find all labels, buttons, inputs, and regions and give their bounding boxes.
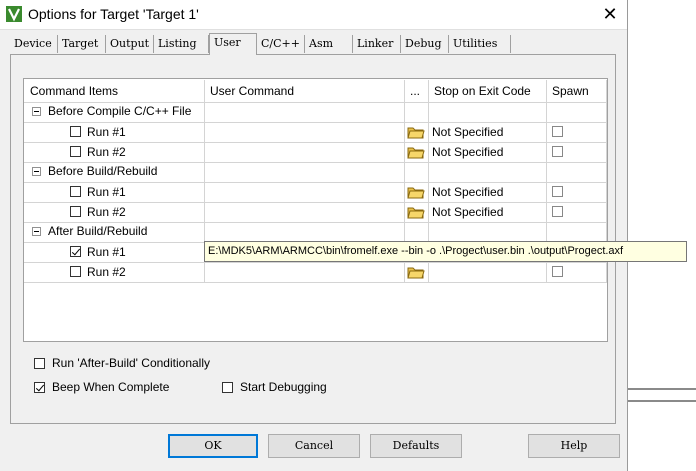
run-checkbox[interactable] xyxy=(70,246,81,257)
tab-debug[interactable]: Debug xyxy=(401,35,449,53)
spawn-checkbox[interactable] xyxy=(552,126,563,137)
header-command-items: Command Items xyxy=(30,84,119,98)
stop-on-exit-value[interactable]: Not Specified xyxy=(432,205,503,219)
tab-asm[interactable]: Asm xyxy=(305,35,353,53)
folder-open-icon[interactable] xyxy=(407,204,425,220)
run-checkbox[interactable] xyxy=(70,186,81,197)
folder-open-icon[interactable] xyxy=(407,264,425,280)
run-label: Run #1 xyxy=(87,245,126,259)
run-label: Run #2 xyxy=(87,265,126,279)
stop-on-exit-value[interactable]: Not Specified xyxy=(432,145,503,159)
keil-icon xyxy=(6,6,22,22)
start-debugging-label: Start Debugging xyxy=(240,380,327,394)
collapse-icon[interactable] xyxy=(32,167,41,176)
group-label: Before Compile C/C++ File xyxy=(48,104,192,118)
group-before-build[interactable]: Before Build/Rebuild xyxy=(24,162,607,182)
ok-button[interactable]: OK xyxy=(168,434,258,458)
spawn-checkbox[interactable] xyxy=(552,206,563,217)
background-desktop xyxy=(628,0,696,471)
folder-open-icon[interactable] xyxy=(407,124,425,140)
options-dialog: Options for Target 'Target 1' ✕ Device T… xyxy=(0,0,687,471)
command-row[interactable]: Run #1 Not Specified xyxy=(24,122,607,142)
tab-device[interactable]: Device xyxy=(10,35,58,53)
grid-line xyxy=(24,282,607,283)
defaults-button[interactable]: Defaults xyxy=(370,434,462,458)
group-before-compile[interactable]: Before Compile C/C++ File xyxy=(24,102,607,122)
stop-on-exit-value[interactable]: Not Specified xyxy=(432,125,503,139)
background-divider xyxy=(628,388,696,390)
run-checkbox[interactable] xyxy=(70,266,81,277)
collapse-icon[interactable] xyxy=(32,107,41,116)
tab-target[interactable]: Target xyxy=(58,35,106,53)
tab-c-cpp[interactable]: C/C++ xyxy=(257,35,305,53)
spawn-checkbox[interactable] xyxy=(552,266,563,277)
window-title: Options for Target 'Target 1' xyxy=(28,6,199,22)
stop-on-exit-value[interactable]: Not Specified xyxy=(432,185,503,199)
beep-label: Beep When Complete xyxy=(52,380,170,394)
run-label: Run #1 xyxy=(87,185,126,199)
folder-open-icon[interactable] xyxy=(407,144,425,160)
button-bar: OK Cancel Defaults Help xyxy=(0,426,627,471)
header-browse: ... xyxy=(410,84,421,98)
tab-linker[interactable]: Linker xyxy=(353,35,401,53)
tab-output[interactable]: Output xyxy=(106,35,154,53)
close-button[interactable]: ✕ xyxy=(596,2,624,26)
run-checkbox[interactable] xyxy=(70,146,81,157)
close-icon: ✕ xyxy=(602,4,618,24)
command-row[interactable]: Run #1 Not Specified xyxy=(24,182,607,202)
start-debugging-checkbox[interactable] xyxy=(222,382,233,393)
group-label: After Build/Rebuild xyxy=(48,224,148,238)
user-command-field[interactable]: E:\MDK5\ARM\ARMCC\bin\fromelf.exe --bin … xyxy=(204,241,687,262)
command-row[interactable]: Run #2 Not Specified xyxy=(24,202,607,222)
header-stop-on-exit: Stop on Exit Code xyxy=(434,84,531,98)
beep-checkbox[interactable] xyxy=(34,382,45,393)
run-after-build-checkbox[interactable] xyxy=(34,358,45,369)
run-checkbox[interactable] xyxy=(70,206,81,217)
folder-open-icon[interactable] xyxy=(407,184,425,200)
tab-strip: Device Target Output Listing User C/C++ … xyxy=(10,33,616,55)
run-label: Run #2 xyxy=(87,205,126,219)
tab-utilities[interactable]: Utilities xyxy=(449,35,511,53)
run-after-build-label: Run 'After-Build' Conditionally xyxy=(52,356,210,370)
run-label: Run #2 xyxy=(87,145,126,159)
command-row[interactable]: Run #2 xyxy=(24,262,607,282)
tab-listing[interactable]: Listing xyxy=(154,35,209,53)
help-button[interactable]: Help xyxy=(528,434,620,458)
group-label: Before Build/Rebuild xyxy=(48,164,158,178)
command-row[interactable]: Run #2 Not Specified xyxy=(24,142,607,162)
background-divider xyxy=(628,400,696,402)
header-user-command: User Command xyxy=(210,84,295,98)
spawn-checkbox[interactable] xyxy=(552,146,563,157)
run-label: Run #1 xyxy=(87,125,126,139)
title-bar: Options for Target 'Target 1' ✕ xyxy=(0,0,627,30)
header-spawn: Spawn xyxy=(552,84,589,98)
tab-user[interactable]: User xyxy=(209,33,257,55)
group-after-build[interactable]: After Build/Rebuild xyxy=(24,222,607,242)
cancel-button[interactable]: Cancel xyxy=(268,434,360,458)
collapse-icon[interactable] xyxy=(32,227,41,236)
spawn-checkbox[interactable] xyxy=(552,186,563,197)
run-checkbox[interactable] xyxy=(70,126,81,137)
